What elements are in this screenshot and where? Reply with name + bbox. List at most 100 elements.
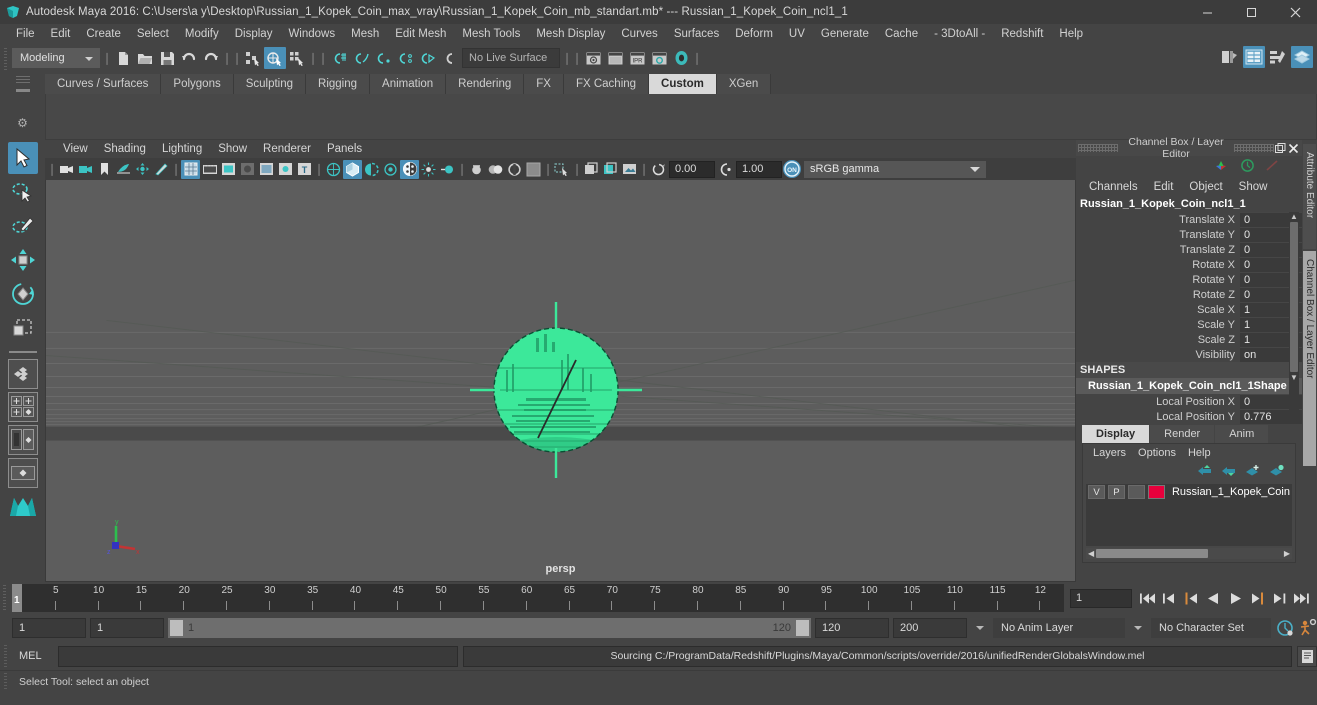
minimize-button[interactable] xyxy=(1185,0,1229,24)
move-tool[interactable] xyxy=(8,244,38,276)
paint-select-tool[interactable] xyxy=(8,210,38,242)
toolbar-separator[interactable]: ❘ xyxy=(314,160,324,178)
toolbar-separator[interactable]: ❘ xyxy=(171,160,181,178)
new-scene-icon[interactable] xyxy=(112,47,134,69)
toolbar-separator[interactable]: ❘ xyxy=(562,49,572,67)
step-forward-keyframe-icon[interactable] xyxy=(1270,589,1289,608)
menu-surfaces[interactable]: Surfaces xyxy=(666,24,727,44)
shelf-grip[interactable] xyxy=(15,76,30,85)
range-start-handle[interactable] xyxy=(170,620,183,636)
open-scene-icon[interactable] xyxy=(134,47,156,69)
layer-list-hscrollbar[interactable]: ◀ ▶ xyxy=(1086,548,1292,559)
auto-keyframe-icon[interactable] xyxy=(1275,619,1294,638)
channel-row[interactable]: Translate Z0 xyxy=(1076,242,1302,257)
menu-edit[interactable]: Edit xyxy=(43,24,79,44)
resolution-gate-icon[interactable] xyxy=(219,160,238,179)
scroll-up-arrow-icon[interactable]: ▲ xyxy=(1290,212,1298,221)
snap-to-projected-center-icon[interactable] xyxy=(394,47,416,69)
layer-display-type-toggle[interactable] xyxy=(1127,485,1145,499)
image-plane-icon[interactable] xyxy=(114,160,133,179)
command-line-grip[interactable] xyxy=(4,645,14,667)
menu-select[interactable]: Select xyxy=(129,24,177,44)
two-d-pan-zoom-icon[interactable] xyxy=(133,160,152,179)
shelf-tab-fx[interactable]: FX xyxy=(524,74,564,94)
select-tool[interactable] xyxy=(7,142,38,174)
toolbar-separator[interactable]: ❘ xyxy=(457,160,467,178)
scroll-down-arrow-icon[interactable]: ▼ xyxy=(1290,373,1298,382)
menu-help[interactable]: Help xyxy=(1051,24,1091,44)
panel-drag-handle[interactable] xyxy=(1234,144,1274,152)
channel-row[interactable]: Local Position X0 xyxy=(1076,394,1302,409)
shelf-button-area[interactable] xyxy=(45,94,1317,140)
new-layer-icon[interactable] xyxy=(1245,464,1261,480)
anti-aliasing-icon[interactable] xyxy=(505,160,524,179)
grease-pencil-icon[interactable] xyxy=(152,160,171,179)
xray-icon[interactable] xyxy=(257,160,276,179)
shelf-tab-handle[interactable] xyxy=(15,89,30,92)
anim-end-time-field[interactable]: 200 xyxy=(893,618,967,638)
select-camera-icon[interactable] xyxy=(57,160,76,179)
scroll-left-arrow-icon[interactable]: ◀ xyxy=(1086,549,1096,558)
menu-curves[interactable]: Curves xyxy=(613,24,665,44)
menu-generate[interactable]: Generate xyxy=(813,24,877,44)
isolate-select-icon[interactable] xyxy=(553,160,572,179)
play-backwards-icon[interactable] xyxy=(1204,589,1223,608)
perspective-viewport[interactable]: y x z persp xyxy=(45,180,1076,582)
layer-tab-anim[interactable]: Anim xyxy=(1215,425,1269,443)
toolbar-separator[interactable]: ❘ xyxy=(572,160,582,178)
redo-icon[interactable] xyxy=(200,47,222,69)
menu-redshift[interactable]: Redshift xyxy=(993,24,1051,44)
menu-mesh[interactable]: Mesh xyxy=(343,24,387,44)
chevron-down-icon[interactable] xyxy=(1134,626,1142,630)
chevron-down-icon[interactable] xyxy=(976,626,984,630)
channel-row[interactable]: Visibility on xyxy=(1076,347,1302,362)
light-shading-icon[interactable] xyxy=(438,160,457,179)
layer-playback-toggle[interactable]: P xyxy=(1107,485,1125,499)
default-light-icon[interactable] xyxy=(419,160,438,179)
character-set-field[interactable]: No Character Set xyxy=(1151,618,1271,638)
shelf-tab-curves-surfaces[interactable]: Curves / Surfaces xyxy=(45,74,162,94)
viewport-menu-show[interactable]: Show xyxy=(210,140,255,158)
ambient-occlusion-icon[interactable] xyxy=(486,160,505,179)
layer-visibility-toggle[interactable]: V xyxy=(1088,485,1105,499)
menu-mesh-display[interactable]: Mesh Display xyxy=(528,24,613,44)
motion-blur-icon[interactable] xyxy=(467,160,486,179)
toolbar-separator[interactable]: ❘ xyxy=(692,49,702,67)
bookmark-icon[interactable] xyxy=(95,160,114,179)
viewport-menu-shading[interactable]: Shading xyxy=(96,140,154,158)
show-hide-sidebar-icon[interactable] xyxy=(1219,46,1241,68)
channel-row[interactable]: Rotate Y0 xyxy=(1076,272,1302,287)
command-input-field[interactable] xyxy=(58,645,458,667)
layer-menu-help[interactable]: Help xyxy=(1182,444,1217,462)
time-slider-grip[interactable] xyxy=(0,585,12,611)
toolbar-separator[interactable]: ❘ xyxy=(543,160,553,178)
snap-to-grid-icon[interactable] xyxy=(328,47,350,69)
menu-file[interactable]: File xyxy=(8,24,43,44)
toolbar-separator[interactable]: ❘ xyxy=(222,49,232,67)
gear-icon[interactable]: ⚙ xyxy=(17,116,28,130)
menu-display[interactable]: Display xyxy=(227,24,281,44)
channel-box-scrollbar[interactable]: ▲ ▼ xyxy=(1289,212,1299,418)
gate-mask-icon[interactable] xyxy=(238,160,257,179)
render-view-icon[interactable] xyxy=(582,47,604,69)
maximize-button[interactable] xyxy=(1229,0,1273,24)
menu-uv[interactable]: UV xyxy=(781,24,813,44)
toolbar-separator[interactable]: ❘ xyxy=(639,160,649,178)
playback-end-time-field[interactable]: 120 xyxy=(815,618,889,638)
move-layer-up-icon[interactable] xyxy=(1197,464,1213,480)
range-slider-bar[interactable]: 1 120 xyxy=(168,618,811,638)
toolbar-separator[interactable]: ❘ xyxy=(232,49,242,67)
menu-edit-mesh[interactable]: Edit Mesh xyxy=(387,24,454,44)
keyframe-toggle-icon[interactable] xyxy=(1240,158,1255,176)
channel-row[interactable]: Translate Y0 xyxy=(1076,227,1302,242)
channel-box-menu-object[interactable]: Object xyxy=(1182,178,1229,196)
menu-windows[interactable]: Windows xyxy=(280,24,343,44)
shelf-tab-rendering[interactable]: Rendering xyxy=(446,74,525,94)
go-to-start-icon[interactable] xyxy=(1138,589,1157,608)
layer-menu-layers[interactable]: Layers xyxy=(1087,444,1132,462)
snap-to-curve-icon[interactable] xyxy=(350,47,372,69)
help-line-grip[interactable] xyxy=(4,672,14,691)
single-perspective-layout[interactable] xyxy=(7,359,38,389)
layer-menu-options[interactable]: Options xyxy=(1132,444,1182,462)
persp-outliner-layout[interactable] xyxy=(7,425,38,455)
